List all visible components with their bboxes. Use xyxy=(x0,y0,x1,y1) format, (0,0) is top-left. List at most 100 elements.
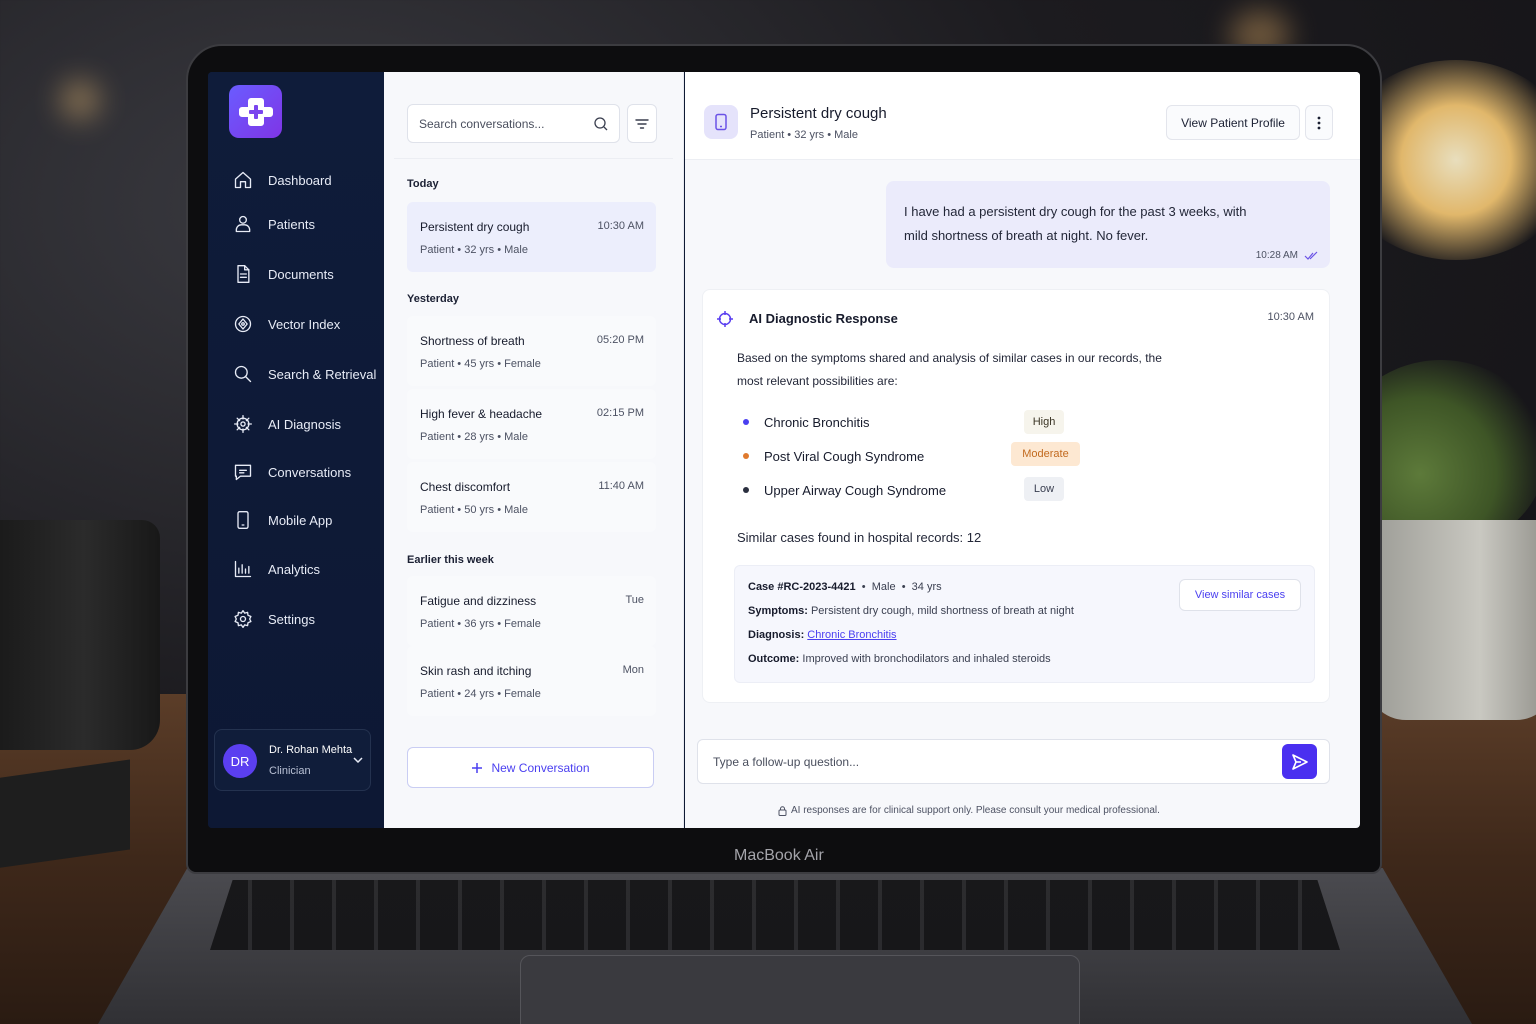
diagnosis-item: Chronic Bronchitis xyxy=(743,410,1014,434)
send-icon xyxy=(1291,753,1308,770)
likelihood-badge: High xyxy=(1024,410,1064,434)
more-options-button[interactable] xyxy=(1305,105,1333,140)
search-input[interactable] xyxy=(419,105,589,142)
view-similar-cases-button[interactable]: View similar cases xyxy=(1179,579,1301,611)
sidebar-item-label: Mobile App xyxy=(268,512,333,528)
conversation-meta: Patient • 50 yrs • Male xyxy=(420,504,528,516)
sidebar-item-dashboard[interactable]: Dashboard xyxy=(232,169,332,191)
user-message-text: I have had a persistent dry cough for th… xyxy=(904,204,1247,243)
chat-icon xyxy=(232,461,254,483)
ai-response-intro: Based on the symptoms shared and analysi… xyxy=(737,351,1162,388)
likelihood-badge: Moderate xyxy=(1011,442,1080,466)
conversation-meta: Patient • 45 yrs • Female xyxy=(420,358,541,370)
app-logo[interactable] xyxy=(229,85,282,138)
follow-up-input[interactable] xyxy=(713,740,1253,783)
conversation-time: 11:40 AM xyxy=(598,480,644,492)
sidebar-item-label: Search & Retrieval xyxy=(268,366,377,382)
sidebar-item-analytics[interactable]: Analytics xyxy=(232,558,320,580)
app-screen: Dashboard Patients Documents Vector Inde… xyxy=(208,72,1360,828)
conversation-time: 10:30 AM xyxy=(597,220,644,232)
ai-response-time: 10:30 AM xyxy=(1267,311,1314,323)
ai-response-title: AI Diagnostic Response xyxy=(749,311,898,326)
trackpad xyxy=(520,955,1080,1024)
more-vertical-icon xyxy=(1317,116,1321,129)
conversation-time: Mon xyxy=(622,664,644,676)
user-name: Dr. Rohan Mehta xyxy=(269,744,353,756)
filter-button[interactable] xyxy=(627,104,657,143)
conversation-title: Fatigue and dizziness xyxy=(420,594,537,608)
filter-icon xyxy=(635,118,649,129)
sidebar-item-conversations[interactable]: Conversations xyxy=(232,461,351,483)
conversation-title: Persistent dry cough xyxy=(420,220,530,234)
chat-header: Persistent dry cough Patient • 32 yrs • … xyxy=(685,72,1360,160)
new-conversation-button[interactable]: New Conversation xyxy=(407,747,654,788)
case-sex: Male xyxy=(871,581,896,593)
user-profile-card[interactable]: DR Dr. Rohan Mehta Clinician xyxy=(214,729,371,791)
conversation-item[interactable]: Shortness of breath 05:20 PM Patient • 4… xyxy=(407,316,656,386)
disclaimer: AI responses are for clinical support on… xyxy=(778,805,1160,816)
case-outcome: Outcome: Improved with bronchodilators a… xyxy=(748,653,1051,665)
home-icon xyxy=(232,169,254,191)
user-message: I have had a persistent dry cough for th… xyxy=(886,181,1330,268)
case-id: Case #RC-2023-4421 xyxy=(748,581,856,593)
conversation-item[interactable]: Fatigue and dizziness Tue Patient • 36 y… xyxy=(407,576,656,646)
avatar: DR xyxy=(223,744,257,778)
sidebar-item-patients[interactable]: Patients xyxy=(232,213,315,235)
chevron-down-icon[interactable] xyxy=(352,754,364,766)
outcome-value: Improved with bronchodilators and inhale… xyxy=(802,653,1051,665)
sidebar-item-search-retrieval[interactable]: Search & Retrieval xyxy=(232,363,376,385)
user-message-time: 10:28 AM xyxy=(1255,250,1298,261)
double-check-icon xyxy=(1304,251,1318,260)
search-icon xyxy=(232,363,254,385)
view-patient-profile-button[interactable]: View Patient Profile xyxy=(1166,105,1300,140)
diagnosis-item: Post Viral Cough Syndrome xyxy=(743,444,1014,468)
diagnosis-name: Upper Airway Cough Syndrome xyxy=(764,482,947,498)
search-box xyxy=(407,104,620,143)
new-conversation-label: New Conversation xyxy=(491,760,590,775)
conversation-item[interactable]: Skin rash and itching Mon Patient • 24 y… xyxy=(407,646,656,716)
search-icon[interactable] xyxy=(593,116,609,132)
likelihood-badge: Low xyxy=(1024,477,1064,501)
send-button[interactable] xyxy=(1282,744,1317,779)
diagnosis-link[interactable]: Chronic Bronchitis xyxy=(807,629,896,641)
group-label-yesterday: Yesterday xyxy=(407,293,459,305)
laptop-label: MacBook Air xyxy=(734,847,824,864)
similar-case-card: Case #RC-2023-4421 • Male • 34 yrs Sympt… xyxy=(734,565,1315,683)
composer xyxy=(697,739,1330,784)
group-label-today: Today xyxy=(407,178,439,190)
conversation-title: High fever & headache xyxy=(420,407,543,421)
similar-cases-count: Similar cases found in hospital records:… xyxy=(737,530,982,545)
sidebar-item-settings[interactable]: Settings xyxy=(232,608,315,630)
gear-icon xyxy=(232,608,254,630)
conversation-title: Chest discomfort xyxy=(420,480,511,494)
sidebar-item-ai-diagnosis[interactable]: AI Diagnosis xyxy=(232,413,341,435)
bullet xyxy=(743,419,749,425)
sidebar-item-documents[interactable]: Documents xyxy=(232,263,334,285)
conversation-item[interactable]: Chest discomfort 11:40 AM Patient • 50 y… xyxy=(407,462,656,532)
conversation-item[interactable]: High fever & headache 02:15 PM Patient •… xyxy=(407,389,656,459)
outcome-label: Outcome: xyxy=(748,653,800,665)
diagnosis-name: Chronic Bronchitis xyxy=(764,414,870,430)
sidebar-item-mobile-app[interactable]: Mobile App xyxy=(232,509,332,531)
vector-icon xyxy=(232,313,254,335)
conversation-title: Skin rash and itching xyxy=(420,664,532,678)
conversation-meta: Patient • 28 yrs • Male xyxy=(420,431,528,443)
sidebar-item-label: Vector Index xyxy=(268,316,341,332)
chat-subtitle: Patient • 32 yrs • Male xyxy=(750,129,858,141)
conversation-item[interactable]: Persistent dry cough 10:30 AM Patient • … xyxy=(407,202,656,272)
ai-target-icon xyxy=(717,311,733,327)
document-icon xyxy=(232,263,254,285)
bullet xyxy=(743,487,749,493)
divider xyxy=(394,158,673,159)
user-role: Clinician xyxy=(269,765,311,777)
sidebar-item-vector-index[interactable]: Vector Index xyxy=(232,313,340,335)
disclaimer-text: AI responses are for clinical support on… xyxy=(791,805,1160,816)
lock-icon xyxy=(778,805,787,816)
conversation-time: Tue xyxy=(625,594,644,606)
sidebar-item-label: Analytics xyxy=(268,561,321,577)
keyboard xyxy=(210,880,1340,950)
brain-icon xyxy=(232,413,254,435)
symptoms-value: Persistent dry cough, mild shortness of … xyxy=(810,605,1074,617)
conversation-title: Shortness of breath xyxy=(420,334,525,348)
bullet xyxy=(743,453,749,459)
